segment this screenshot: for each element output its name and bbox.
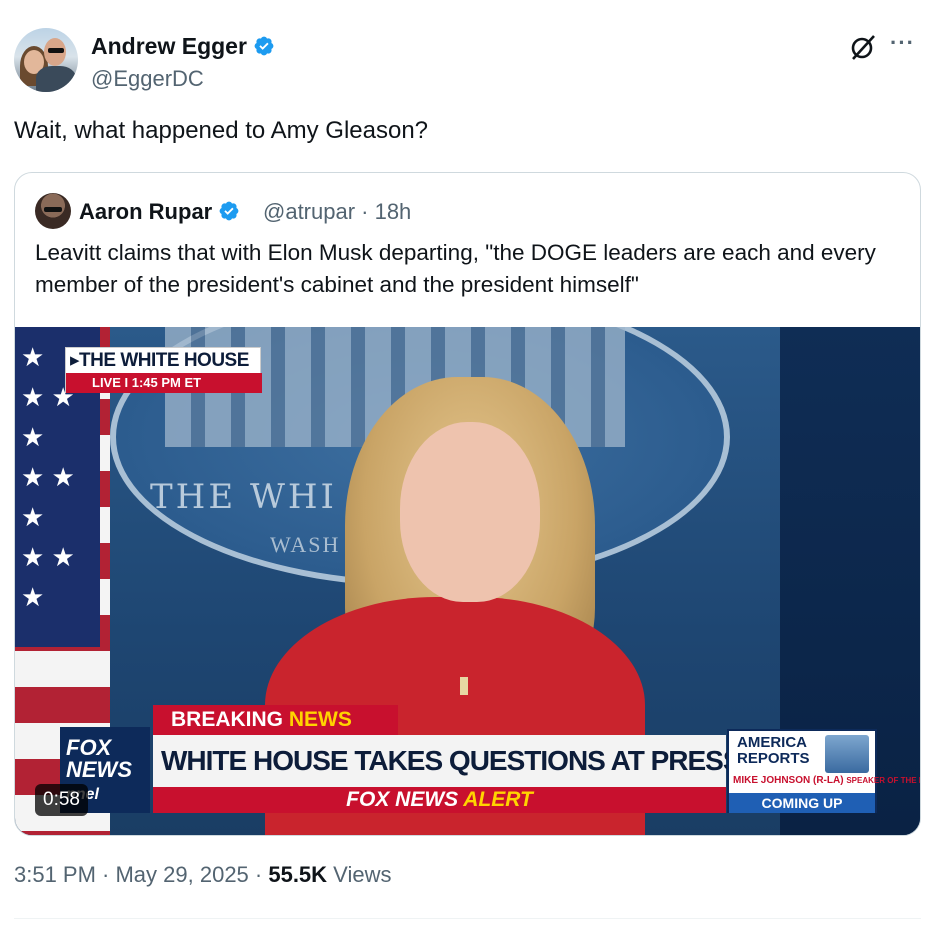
alert-suffix: ALERT (463, 788, 533, 811)
fox-news-logo-text: FOX NEWS (66, 735, 132, 782)
views-label: Views (327, 862, 392, 887)
verified-badge-icon (219, 201, 239, 221)
author-name-text[interactable]: Andrew Egger (91, 33, 247, 59)
views-count[interactable]: 55.5K (268, 862, 327, 887)
video-player[interactable]: THE WHI SE WASH ★ ★ ★ ★ ★ ★ ★ ★ ★ ★ ▸THE WHITE… (15, 327, 920, 835)
breaking-suffix: NEWS (288, 708, 352, 731)
grok-icon[interactable] (848, 32, 878, 62)
author-name[interactable]: Andrew Egger (91, 33, 275, 60)
divider (14, 918, 921, 919)
promo-guest-role: SPEAKER OF THE HOUSE (846, 776, 920, 785)
location-bug: ▸THE WHITE HOUSE LIVE I 1:45 PM ET (65, 347, 262, 393)
post-header: Andrew Egger @EggerDC ··· (14, 28, 928, 92)
post-text: Wait, what happened to Amy Gleason? (14, 117, 429, 144)
speaker-necklace (460, 677, 468, 695)
location-bug-title-text: THE WHITE HOUSE (79, 350, 249, 371)
author-avatar[interactable] (14, 28, 78, 92)
breaking-news-banner: BREAKING NEWS (153, 705, 398, 735)
quoted-author-name-text[interactable]: Aaron Rupar (79, 199, 212, 224)
promo-guest-photo (825, 735, 869, 773)
quoted-meta[interactable]: @atrupar · 18h (263, 199, 411, 225)
location-bug-title: ▸THE WHITE HOUSE (70, 350, 249, 371)
post-metadata: 3:51 PM · May 29, 2025 · 55.5K Views (14, 862, 391, 888)
quoted-post[interactable]: Aaron Rupar @atrupar · 18h Leavitt claim… (14, 172, 921, 836)
promo-title: AMERICA REPORTS (737, 734, 810, 767)
video-duration: 0:58 (35, 784, 88, 816)
post-timestamp[interactable]: 3:51 PM · May 29, 2025 · (14, 862, 268, 887)
quoted-author-name[interactable]: Aaron Rupar (79, 199, 240, 225)
news-headline: WHITE HOUSE TAKES QUESTIONS AT PRESS BRI… (153, 735, 874, 787)
news-lower-third: BREAKING NEWS WHITE HOUSE TAKES QUESTION… (15, 705, 920, 835)
more-options-icon[interactable]: ··· (890, 30, 915, 56)
verified-badge-icon (254, 36, 274, 56)
quoted-author-avatar[interactable] (35, 193, 71, 229)
promo-guest: MIKE JOHNSON (R-LA) SPEAKER OF THE HOUSE (733, 775, 920, 786)
promo-guest-name: MIKE JOHNSON (R-LA) (733, 775, 844, 786)
promo-cta: COMING UP (729, 793, 875, 813)
speaker-face (400, 422, 540, 602)
backdrop-subtext: WASH (270, 532, 341, 557)
location-bug-live: LIVE I 1:45 PM ET (66, 373, 262, 393)
author-handle[interactable]: @EggerDC (91, 66, 204, 92)
breaking-prefix: BREAKING (171, 708, 289, 731)
promo-box: AMERICA REPORTS MIKE JOHNSON (R-LA) SPEA… (727, 729, 920, 813)
news-alert-banner: FOX NEWS ALERT (153, 787, 726, 813)
alert-prefix: FOX NEWS (346, 788, 464, 811)
quoted-text: Leavitt claims that with Elon Musk depar… (35, 240, 876, 297)
